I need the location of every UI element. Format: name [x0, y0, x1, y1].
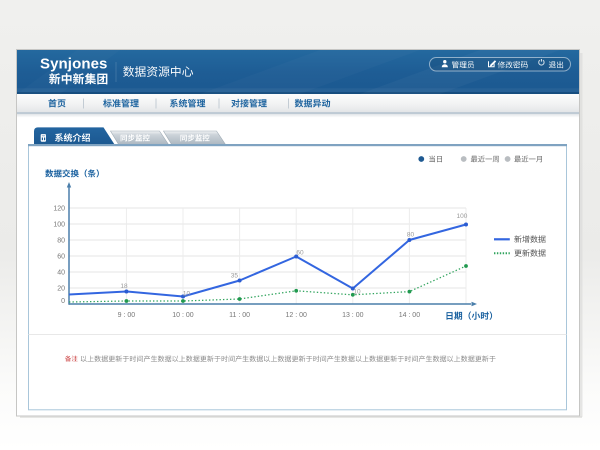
svg-text:40: 40	[57, 269, 65, 276]
svg-text:60: 60	[296, 250, 304, 257]
svg-text:80: 80	[57, 237, 65, 244]
svg-text:100: 100	[456, 213, 467, 220]
svg-text:120: 120	[53, 205, 65, 212]
svg-text:35: 35	[231, 273, 239, 280]
svg-text:Synjones: Synjones	[40, 55, 108, 72]
svg-text:10: 10	[353, 289, 361, 296]
svg-text:60: 60	[57, 253, 65, 260]
svg-text:14 : 00: 14 : 00	[399, 312, 421, 319]
svg-text:10 : 00: 10 : 00	[172, 312, 194, 319]
svg-text:12 : 00: 12 : 00	[285, 312, 307, 319]
svg-text:11 : 00: 11 : 00	[229, 312, 250, 319]
svg-text:0: 0	[61, 298, 65, 305]
svg-text:18: 18	[120, 283, 128, 290]
svg-text:13 : 00: 13 : 00	[342, 312, 364, 319]
svg-text:9 : 00: 9 : 00	[118, 312, 136, 319]
svg-text:20: 20	[57, 285, 65, 292]
svg-text:80: 80	[407, 231, 415, 238]
svg-text:10: 10	[183, 290, 191, 297]
svg-text:100: 100	[53, 221, 65, 228]
